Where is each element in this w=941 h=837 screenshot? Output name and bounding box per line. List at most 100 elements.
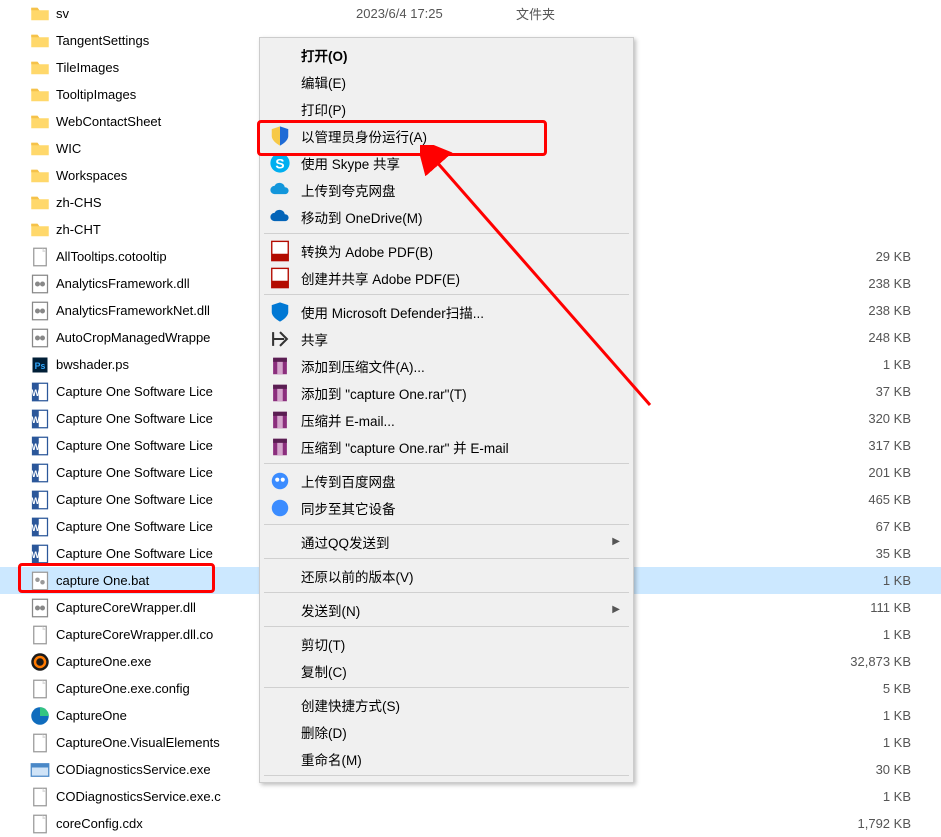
ps-icon: Ps	[30, 355, 50, 375]
word-icon: W	[30, 517, 50, 537]
pdf-icon	[269, 240, 291, 262]
menu-rar-email[interactable]: 压缩并 E-mail...	[263, 406, 630, 433]
menu-rename[interactable]: 重命名(M)	[263, 745, 630, 772]
rar-icon	[269, 382, 291, 404]
menu-quark[interactable]: 上传到夸克网盘	[263, 176, 630, 203]
onedrive-icon	[269, 206, 291, 228]
menu-defender[interactable]: 使用 Microsoft Defender扫描...	[263, 298, 630, 325]
word-icon: W	[30, 409, 50, 429]
separator	[264, 233, 629, 234]
file-size: 1 KB	[636, 627, 941, 642]
file-size: 32,873 KB	[636, 654, 941, 669]
menu-rar-addto[interactable]: 添加到 "capture One.rar"(T)	[263, 379, 630, 406]
rar-icon	[269, 436, 291, 458]
menu-print[interactable]: 打印(P)	[263, 95, 630, 122]
word-icon: W	[30, 382, 50, 402]
folder-icon	[30, 58, 50, 78]
menu-run-as-admin[interactable]: 以管理员身份运行(A)	[263, 122, 630, 149]
file-size: 29 KB	[636, 249, 941, 264]
menu-edit[interactable]: 编辑(E)	[263, 68, 630, 95]
file-name: CODiagnosticsService.exe.c	[56, 789, 356, 804]
exe-icon	[30, 760, 50, 780]
chevron-right-icon: ▶	[612, 536, 620, 547]
file-icon	[30, 247, 50, 267]
file-size: 111 KB	[636, 600, 941, 615]
separator	[264, 626, 629, 627]
file-size: 37 KB	[636, 384, 941, 399]
menu-cut[interactable]: 剪切(T)	[263, 630, 630, 657]
folder-icon	[30, 85, 50, 105]
file-icon	[30, 733, 50, 753]
folder-icon	[30, 220, 50, 240]
file-row[interactable]: sv2023/6/4 17:25文件夹	[0, 0, 941, 27]
skype-icon: S	[269, 152, 291, 174]
file-size: 5 KB	[636, 681, 941, 696]
dll-icon	[30, 598, 50, 618]
file-icon	[30, 814, 50, 834]
word-icon: W	[30, 436, 50, 456]
file-size: 238 KB	[636, 303, 941, 318]
file-row[interactable]: CODiagnosticsService.exe.c 1 KB	[0, 783, 941, 810]
file-size: 1 KB	[636, 573, 941, 588]
folder-icon	[30, 31, 50, 51]
menu-restore[interactable]: 还原以前的版本(V)	[263, 562, 630, 589]
file-size: 67 KB	[636, 519, 941, 534]
exe-co-icon	[30, 652, 50, 672]
file-name: coreConfig.cdx	[56, 816, 356, 831]
menu-share[interactable]: 共享	[263, 325, 630, 352]
menu-delete[interactable]: 删除(D)	[263, 718, 630, 745]
pdf-share-icon	[269, 267, 291, 289]
svg-text:W: W	[31, 468, 40, 478]
baidu-icon	[269, 470, 291, 492]
svg-text:W: W	[31, 441, 40, 451]
defender-icon	[269, 301, 291, 323]
file-size: 201 KB	[636, 465, 941, 480]
menu-sendto[interactable]: 发送到(N)▶	[263, 596, 630, 623]
svg-text:W: W	[31, 549, 40, 559]
word-icon: W	[30, 463, 50, 483]
sync-icon	[269, 497, 291, 519]
rar-icon	[269, 355, 291, 377]
menu-onedrive[interactable]: 移动到 OneDrive(M)	[263, 203, 630, 230]
menu-rar-add[interactable]: 添加到压缩文件(A)...	[263, 352, 630, 379]
menu-shortcut[interactable]: 创建快捷方式(S)	[263, 691, 630, 718]
bat-icon	[30, 571, 50, 591]
cloud-icon	[269, 179, 291, 201]
dll-icon	[30, 274, 50, 294]
file-size: 320 KB	[636, 411, 941, 426]
menu-qq[interactable]: 通过QQ发送到▶	[263, 528, 630, 555]
file-size: 248 KB	[636, 330, 941, 345]
share-icon	[269, 328, 291, 350]
file-row[interactable]: coreConfig.cdx 1,792 KB	[0, 810, 941, 837]
menu-rar-email-to[interactable]: 压缩到 "capture One.rar" 并 E-mail	[263, 433, 630, 460]
file-icon	[30, 625, 50, 645]
context-menu: 打开(O) 编辑(E) 打印(P) 以管理员身份运行(A) S使用 Skype …	[259, 37, 634, 783]
file-icon	[30, 787, 50, 807]
file-type: 文件夹	[516, 4, 636, 23]
file-size: 1,792 KB	[636, 816, 941, 831]
dll-icon	[30, 301, 50, 321]
svg-text:W: W	[31, 414, 40, 424]
separator	[264, 463, 629, 464]
menu-copy[interactable]: 复制(C)	[263, 657, 630, 684]
svg-text:W: W	[31, 387, 40, 397]
folder-icon	[30, 139, 50, 159]
folder-icon	[30, 166, 50, 186]
chevron-right-icon: ▶	[612, 604, 620, 615]
separator	[264, 558, 629, 559]
file-size: 1 KB	[636, 789, 941, 804]
menu-open[interactable]: 打开(O)	[263, 41, 630, 68]
word-icon: W	[30, 544, 50, 564]
menu-skype[interactable]: S使用 Skype 共享	[263, 149, 630, 176]
edge-icon	[30, 706, 50, 726]
menu-sync[interactable]: 同步至其它设备	[263, 494, 630, 521]
file-size: 30 KB	[636, 762, 941, 777]
menu-pdf-convert[interactable]: 转换为 Adobe PDF(B)	[263, 237, 630, 264]
svg-text:S: S	[275, 156, 284, 171]
rar-icon	[269, 409, 291, 431]
folder-icon	[30, 193, 50, 213]
menu-baidu[interactable]: 上传到百度网盘	[263, 467, 630, 494]
shield-icon	[269, 125, 291, 147]
menu-pdf-share[interactable]: 创建并共享 Adobe PDF(E)	[263, 264, 630, 291]
file-size: 1 KB	[636, 357, 941, 372]
